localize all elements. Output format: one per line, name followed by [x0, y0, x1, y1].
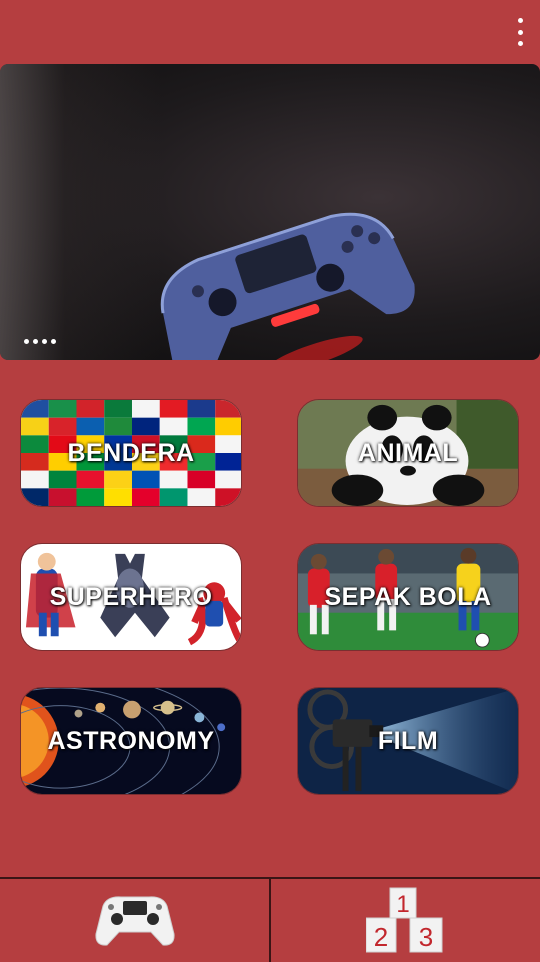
- gamepad-icon: [94, 895, 175, 946]
- game-controller-image: [160, 212, 415, 360]
- category-animal-button[interactable]: ANIMAL: [297, 399, 519, 507]
- carousel-dot: [51, 339, 56, 344]
- play-tab[interactable]: [0, 879, 269, 962]
- menu-dot: [517, 29, 523, 35]
- banner-carousel[interactable]: [0, 64, 540, 360]
- category-label: BENDERA: [67, 438, 195, 467]
- podium-rank-2: 2: [373, 922, 387, 952]
- category-label: SEPAK BOLA: [324, 582, 492, 611]
- category-label: FILM: [377, 726, 439, 755]
- menu-dot: [517, 41, 523, 46]
- carousel-dot: [33, 339, 38, 344]
- menu-dot: [517, 18, 523, 23]
- category-sepak-bola-button[interactable]: SEPAK BOLA: [297, 543, 519, 651]
- carousel-dot: [42, 339, 47, 344]
- category-label: SUPERHERO: [49, 582, 213, 611]
- podium-rank-3: 3: [418, 922, 432, 952]
- leaderboard-tab[interactable]: 1 2 3: [271, 879, 540, 962]
- category-astronomy-button[interactable]: ASTRONOMY: [20, 687, 242, 795]
- category-superhero-button[interactable]: SUPERHERO: [20, 543, 242, 651]
- bottom-navigation: 1 2 3: [0, 877, 540, 962]
- category-label: ASTRONOMY: [47, 726, 215, 755]
- carousel-indicator: [24, 339, 56, 344]
- podium-rank-1: 1: [396, 891, 409, 918]
- carousel-dot: [24, 339, 29, 344]
- category-film-button[interactable]: FILM: [297, 687, 519, 795]
- category-label: ANIMAL: [357, 438, 459, 467]
- more-options-icon[interactable]: [514, 18, 526, 46]
- category-bendera-button[interactable]: BENDERA: [20, 399, 242, 507]
- podium-leaderboard-icon: 1 2 3: [365, 887, 442, 952]
